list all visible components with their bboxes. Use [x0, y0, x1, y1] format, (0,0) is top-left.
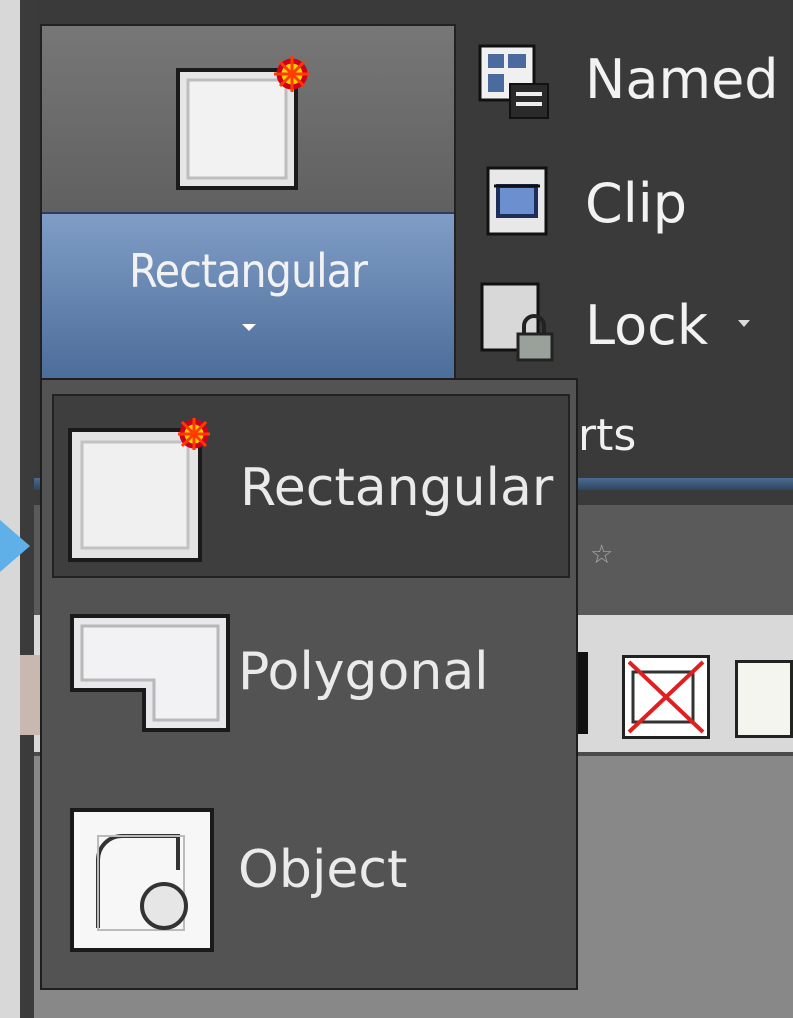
- clip-button[interactable]: [486, 166, 548, 236]
- menu-item-label: Polygonal: [238, 642, 489, 702]
- lock-label[interactable]: Lock: [585, 294, 708, 357]
- rectangular-button-dropdown[interactable]: Rectangular: [42, 212, 454, 384]
- ribbon-left-edge: [20, 0, 34, 1018]
- polygonal-viewport-icon: [70, 614, 230, 732]
- panel-title-fragment: rts: [578, 410, 637, 461]
- menu-item-object[interactable]: Object: [52, 800, 570, 960]
- rectangular-button-label: Rectangular: [128, 244, 368, 298]
- clip-label[interactable]: Clip: [585, 172, 687, 235]
- red-x-icon: [627, 660, 705, 734]
- rectangular-split-button[interactable]: Rectangular: [40, 24, 456, 384]
- menu-item-label: Object: [238, 840, 408, 900]
- rectangular-button-top[interactable]: [42, 26, 454, 212]
- named-views-icon: [478, 44, 549, 119]
- folder-icon[interactable]: [735, 660, 793, 738]
- chevron-down-icon: [242, 324, 256, 331]
- rectangular-viewport-icon: [68, 418, 210, 562]
- clip-icon: [486, 166, 548, 236]
- toolbar-separator: [578, 652, 588, 734]
- menu-item-rectangular[interactable]: Rectangular: [52, 394, 570, 578]
- toolbar-icon-fragment[interactable]: [20, 655, 40, 735]
- clip-type-dropdown: Rectangular Polygonal Object: [40, 378, 578, 990]
- delete-viewport-button[interactable]: [622, 655, 710, 739]
- object-viewport-icon: [70, 808, 214, 952]
- rectangular-clip-icon: [176, 56, 310, 190]
- star-icon[interactable]: ☆: [590, 540, 613, 570]
- lock-dropdown-chevron-icon[interactable]: [738, 320, 750, 327]
- named-views-button[interactable]: [478, 44, 550, 120]
- lock-icon: [480, 282, 554, 362]
- menu-item-label: Rectangular: [240, 458, 554, 518]
- lock-button[interactable]: [478, 280, 558, 364]
- menu-item-polygonal[interactable]: Polygonal: [52, 602, 570, 762]
- named-views-label[interactable]: Named: [585, 48, 779, 111]
- pointer-arrow-icon: [0, 520, 30, 572]
